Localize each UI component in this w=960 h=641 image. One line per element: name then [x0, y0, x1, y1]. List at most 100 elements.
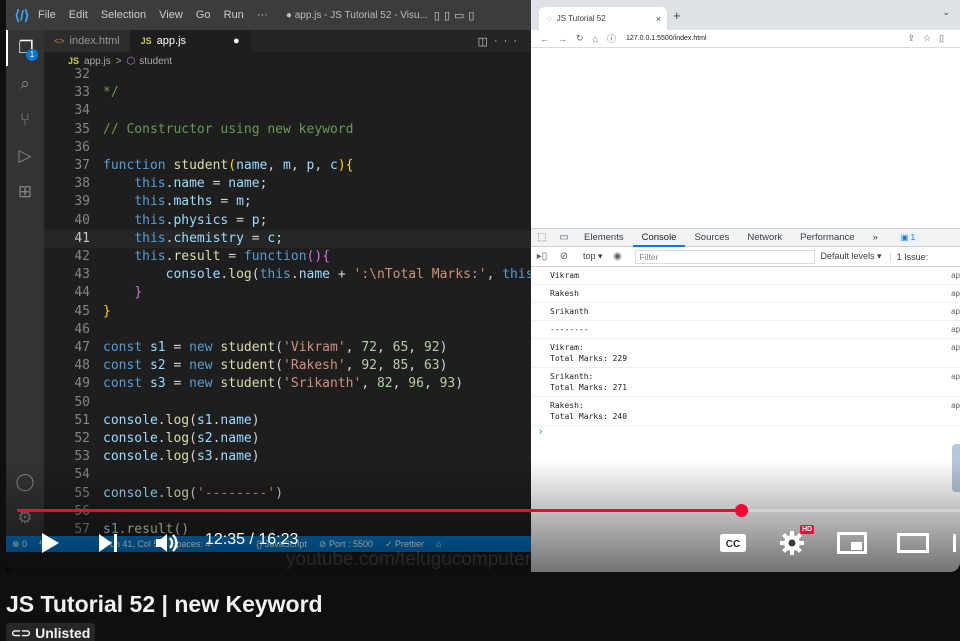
split-editor-icon[interactable]: ◫: [478, 35, 494, 48]
code-line[interactable]: 55 console.log('--------'): [44, 485, 531, 503]
devtools-tab-network[interactable]: Network: [738, 229, 791, 247]
code-line[interactable]: 34: [44, 102, 531, 120]
tab-app-js[interactable]: JS app.js ●: [130, 30, 251, 52]
issues-counter[interactable]: 1 Issue:: [889, 251, 928, 262]
close-tab-icon[interactable]: ×: [656, 14, 661, 24]
console-source-link[interactable]: ap: [951, 400, 960, 411]
console-source-link[interactable]: ap: [951, 288, 960, 299]
fullscreen-button[interactable]: [952, 531, 960, 555]
code-line[interactable]: 36: [44, 139, 531, 157]
breadcrumb-symbol[interactable]: student: [139, 56, 172, 67]
line-number: 35: [74, 121, 90, 137]
run-debug-icon[interactable]: ▷: [6, 138, 44, 174]
toolbar-right-icons[interactable]: ⇪☆▯: [907, 33, 952, 44]
live-server-port[interactable]: ⊘ Port : 5500: [319, 539, 373, 550]
menu-edit[interactable]: Edit: [69, 9, 88, 21]
browser-tab[interactable]: ◌ JS Tutorial 52 ×: [539, 7, 667, 30]
sidebar-toggle-icon[interactable]: ▸▯: [531, 251, 553, 262]
console-source-link[interactable]: ap: [951, 324, 960, 335]
context-selector[interactable]: top ▾: [579, 251, 607, 262]
breadcrumb-file[interactable]: app.js: [84, 56, 111, 67]
layout-icons[interactable]: ▯▯▭▯: [434, 9, 479, 22]
code-line[interactable]: 46: [44, 321, 531, 339]
code-line[interactable]: 51 console.log(s1.name): [44, 412, 531, 430]
menu-file[interactable]: File: [38, 9, 56, 21]
code-line[interactable]: 32: [44, 66, 531, 84]
reload-icon[interactable]: ↻: [576, 33, 584, 44]
devtools-tab-console[interactable]: Console: [632, 229, 686, 247]
console-filter-input[interactable]: Filter: [634, 249, 815, 264]
code-line[interactable]: 33 */: [44, 84, 531, 102]
console-source-link[interactable]: ap: [951, 342, 960, 353]
devtools-issues-badge[interactable]: ▣ 1: [896, 233, 920, 242]
devtools-more-tabs-icon[interactable]: »: [864, 229, 887, 247]
console-prompt[interactable]: ›: [531, 426, 960, 437]
problems-status[interactable]: ⊗ 0: [12, 539, 27, 550]
code-line[interactable]: 45}: [44, 303, 531, 321]
code-line[interactable]: 53 console.log(s3.name): [44, 448, 531, 466]
tab-search-chevron-icon[interactable]: ⌄: [942, 7, 950, 18]
code-line[interactable]: 41 this.chemistry = c;: [44, 229, 531, 248]
home-icon[interactable]: ⌂: [593, 34, 598, 44]
captions-button[interactable]: CC: [718, 531, 748, 555]
code-line[interactable]: 37 function student(name, m, p, c){: [44, 157, 531, 175]
more-actions-icon[interactable]: ···: [494, 35, 523, 47]
console-source-link[interactable]: ap: [951, 371, 960, 382]
address-bar[interactable]: 127.0.0.1:5500/index.html: [626, 35, 707, 42]
tab-index-html[interactable]: <> index.html: [44, 30, 131, 52]
explorer-icon[interactable]: ❐ 1: [6, 30, 44, 66]
code-line[interactable]: 39 this.maths = m;: [44, 193, 531, 211]
code-line[interactable]: 52 console.log(s2.name): [44, 430, 531, 448]
code-line[interactable]: 44 }: [44, 284, 531, 302]
source-control-icon[interactable]: ⑂: [6, 102, 44, 138]
code-line[interactable]: 43 console.log(this.name + ':\nTotal Mar…: [44, 266, 531, 284]
devtools-tab-sources[interactable]: Sources: [685, 229, 738, 247]
prettier-status[interactable]: ✓ Prettier: [385, 539, 424, 550]
search-icon[interactable]: ⌕: [6, 66, 44, 102]
devtools-tab-performance[interactable]: Performance: [791, 229, 863, 247]
line-number: 50: [74, 394, 90, 410]
console-source-link[interactable]: ap: [951, 270, 960, 281]
unsaved-dot-icon[interactable]: ●: [233, 35, 240, 47]
console-source-link[interactable]: ap: [951, 306, 960, 317]
code-line[interactable]: 35 // Constructor using new keyword: [44, 121, 531, 139]
code-line[interactable]: 50: [44, 394, 531, 412]
inspect-element-icon[interactable]: ⬚: [531, 232, 553, 243]
fullscreen-icon: [953, 534, 956, 552]
extensions-icon[interactable]: ⊞: [6, 174, 44, 210]
clear-console-icon[interactable]: ⊘: [553, 251, 575, 262]
miniplayer-button[interactable]: [836, 531, 868, 555]
feedback-icon[interactable]: ⌂: [436, 539, 441, 549]
theater-mode-button[interactable]: [896, 531, 930, 555]
menu-selection[interactable]: Selection: [101, 9, 146, 21]
volume-button[interactable]: [152, 530, 182, 556]
code-editor[interactable]: 32 33 */ 34 35 // Constructor using new keywo…: [44, 66, 531, 536]
info-icon[interactable]: ⓘ: [607, 32, 616, 45]
next-button[interactable]: [94, 530, 122, 556]
back-icon[interactable]: ←: [540, 34, 549, 44]
forward-icon[interactable]: →: [558, 34, 567, 44]
explorer-badge: 1: [26, 49, 38, 61]
code-line[interactable]: 54: [44, 466, 531, 484]
code-line[interactable]: 48 const s2 = new student('Rakesh', 92, 8…: [44, 357, 531, 375]
code-line[interactable]: 47 const s1 = new student('Vikram', 72, 6…: [44, 339, 531, 357]
devtools-tab-elements[interactable]: Elements: [575, 229, 633, 247]
code-text: console.log(s3.name): [103, 449, 260, 465]
menu-go[interactable]: Go: [196, 9, 211, 21]
device-toolbar-icon[interactable]: ▭: [553, 232, 575, 243]
code-line[interactable]: 38 this.name = name;: [44, 175, 531, 193]
new-tab-button[interactable]: +: [673, 8, 681, 23]
log-levels-dropdown[interactable]: Default levels ▾: [821, 251, 882, 262]
code-line[interactable]: 40 this.physics = p;: [44, 212, 531, 230]
code-text: this.maths = m;: [134, 194, 252, 210]
live-expression-eye-icon[interactable]: ◉: [607, 251, 629, 262]
menu-more[interactable]: ···: [257, 9, 268, 21]
menu-view[interactable]: View: [159, 9, 183, 21]
code-line[interactable]: 49 const s3 = new student('Srikanth', 82,…: [44, 375, 531, 393]
video-player[interactable]: ⟨/⟩ File Edit Selection View Go Run ··· …: [6, 0, 960, 572]
menu-run[interactable]: Run: [224, 9, 244, 21]
play-button[interactable]: [36, 530, 64, 556]
account-icon[interactable]: ◯: [6, 464, 44, 500]
code-line[interactable]: 42 this.result = function(){: [44, 248, 531, 266]
progress-bar[interactable]: [17, 504, 960, 517]
